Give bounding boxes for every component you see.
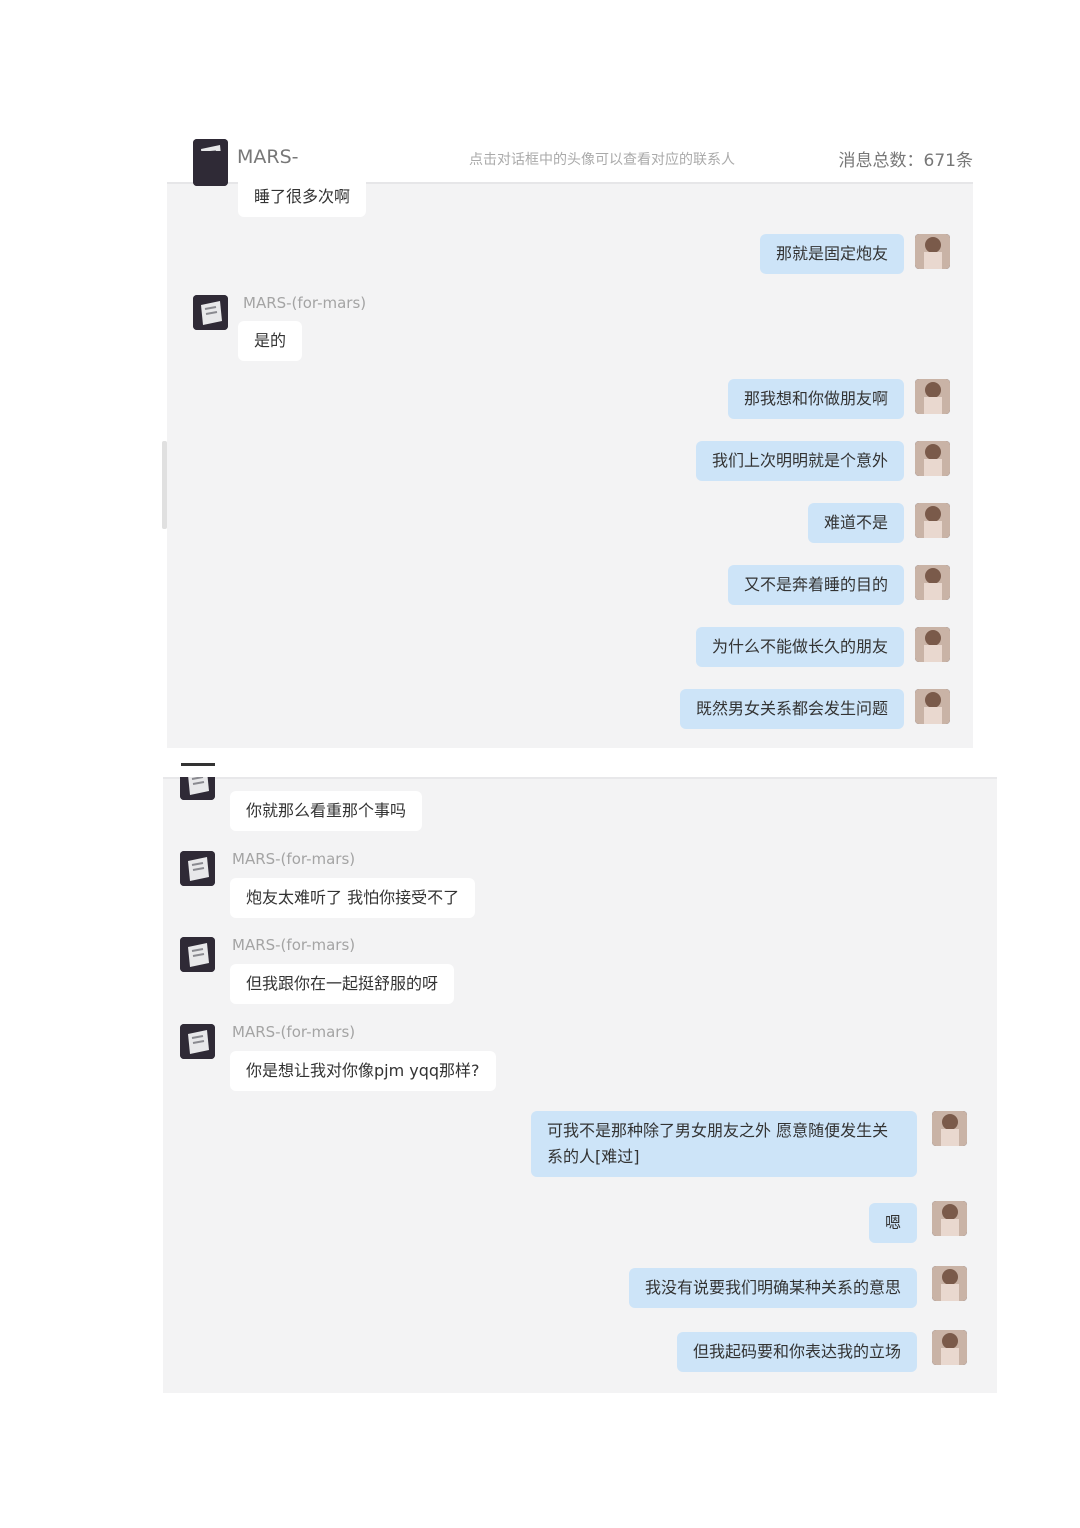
- message-bubble: 但我起码要和你表达我的立场: [676, 1332, 917, 1372]
- contact-name: MARS-: [237, 146, 299, 168]
- message-bubble: 是的: [238, 321, 303, 361]
- user-avatar[interactable]: [915, 627, 950, 662]
- contact-avatar[interactable]: [193, 151, 228, 186]
- user-avatar[interactable]: [915, 234, 950, 269]
- message-bubble: 难道不是: [807, 503, 904, 543]
- scrollbar-thumb[interactable]: [162, 441, 167, 529]
- user-avatar[interactable]: [915, 503, 950, 538]
- minimize-dash: [181, 763, 215, 766]
- message-bubble: 可我不是那种除了男女朋友之外 愿意随便发生关系的人[难过]: [531, 1111, 917, 1177]
- user-avatar[interactable]: [915, 565, 950, 600]
- user-avatar[interactable]: [915, 441, 950, 476]
- message-bubble: 为什么不能做长久的朋友: [695, 627, 904, 667]
- message-bubble: 但我跟你在一起挺舒服的呀: [230, 964, 455, 1004]
- message-bubble: 那就是固定炮友: [759, 234, 904, 274]
- chat-panel-bottom: 你就那么看重那个事吗 MARS-(for-mars) 炮友太难听了 我怕你接受不…: [163, 777, 997, 1393]
- message-bubble: 你就那么看重那个事吗: [230, 791, 423, 831]
- user-avatar[interactable]: [915, 689, 950, 724]
- sender-name: MARS-(for-mars): [232, 850, 356, 868]
- user-avatar[interactable]: [932, 1266, 967, 1301]
- user-avatar[interactable]: [932, 1330, 967, 1365]
- message-count: 消息总数：671条: [838, 151, 973, 171]
- user-avatar[interactable]: [932, 1201, 967, 1236]
- header-hint: 点击对话框中的头像可以查看对应的联系人: [469, 152, 735, 168]
- message-bubble: 那我想和你做朋友啊: [727, 379, 904, 419]
- divider: [163, 777, 997, 779]
- user-avatar[interactable]: [932, 1111, 967, 1146]
- contact-avatar[interactable]: [180, 937, 215, 972]
- contact-avatar[interactable]: [193, 295, 228, 330]
- section-gap: [163, 748, 997, 777]
- contact-avatar[interactable]: [180, 851, 215, 886]
- sender-name: MARS-(for-mars): [243, 294, 367, 312]
- message-bubble: 我没有说要我们明确某种关系的意思: [628, 1268, 917, 1308]
- message-bubble: 嗯: [868, 1203, 917, 1243]
- message-bubble: 炮友太难听了 我怕你接受不了: [230, 878, 476, 918]
- message-bubble: 我们上次明明就是个意外: [695, 441, 904, 481]
- message-bubble: 你是想让我对你像pjm yqq那样?: [230, 1051, 496, 1091]
- contact-avatar[interactable]: [180, 1024, 215, 1059]
- chat-panel-top: MARS- 点击对话框中的头像可以查看对应的联系人 消息总数：671条 睡了很多…: [167, 137, 973, 748]
- user-avatar[interactable]: [915, 379, 950, 414]
- message-bubble: 既然男女关系都会发生问题: [679, 689, 904, 729]
- sender-name: MARS-(for-mars): [232, 1023, 356, 1041]
- message-bubble: 又不是奔着睡的目的: [727, 565, 904, 605]
- contact-avatar[interactable]: [180, 777, 215, 800]
- sender-name: MARS-(for-mars): [232, 936, 356, 954]
- message-bubble: 睡了很多次啊: [238, 177, 367, 217]
